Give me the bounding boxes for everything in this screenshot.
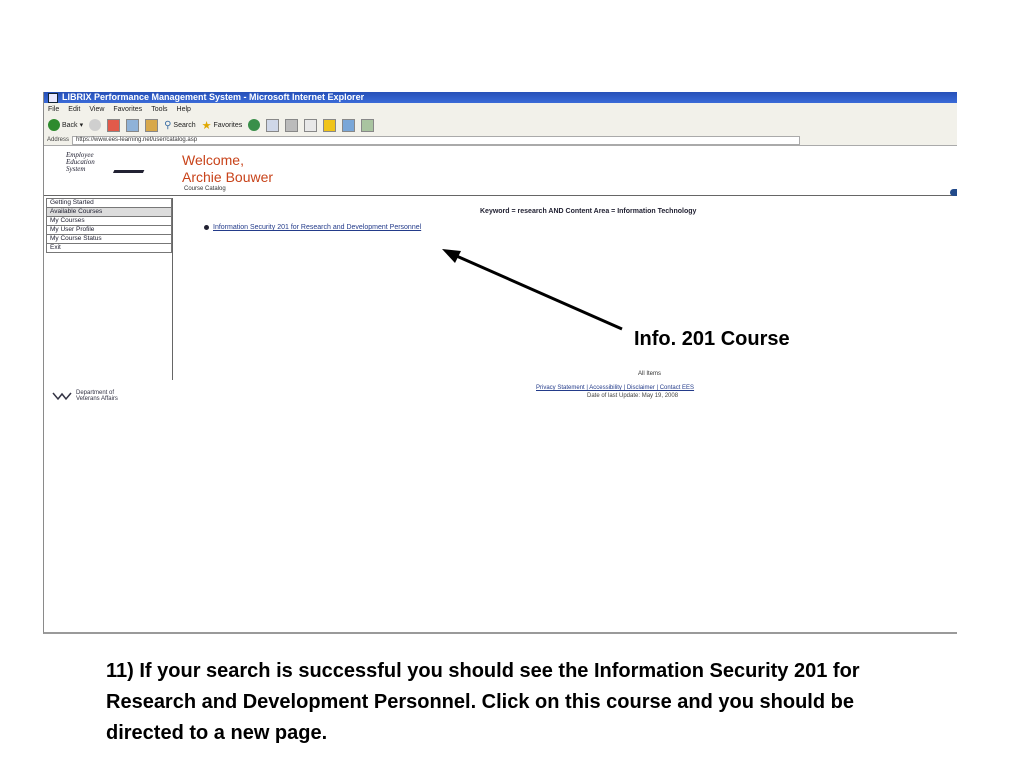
- callout-arrow: [442, 249, 623, 331]
- instruction-caption: 11) If your search is successful you sho…: [106, 660, 860, 744]
- callout-label: Info. 201 Course: [634, 328, 790, 350]
